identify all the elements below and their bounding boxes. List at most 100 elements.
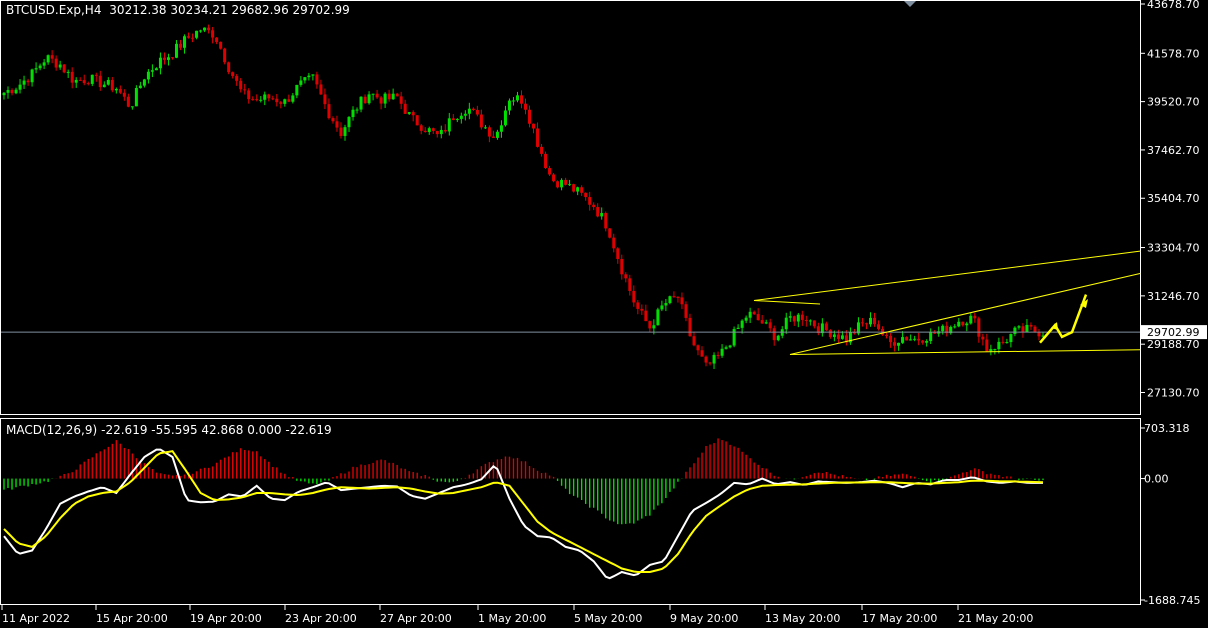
candle-body <box>804 319 808 321</box>
candle-body <box>596 207 600 217</box>
candle-body <box>46 55 50 63</box>
candle-body <box>560 179 564 188</box>
candle-body <box>207 27 211 31</box>
candle-body <box>812 320 816 327</box>
candle-body <box>183 36 187 48</box>
candle-body <box>548 168 552 175</box>
candle-body <box>957 321 961 327</box>
macd-header: MACD(12,26,9) -22.619 -55.595 42.868 0.00… <box>6 423 336 437</box>
candle-body <box>102 84 106 88</box>
candle-body <box>475 109 479 115</box>
candle-body <box>383 93 387 104</box>
candle-body <box>363 96 367 104</box>
candle-body <box>158 57 162 69</box>
candle-body <box>359 96 363 110</box>
candle-body <box>279 102 283 104</box>
candle-body <box>86 83 90 85</box>
candle-body <box>528 109 532 124</box>
candle-body <box>515 95 519 101</box>
candle-body <box>800 314 804 320</box>
candle-body <box>684 304 688 318</box>
candle-body <box>335 121 339 128</box>
candle-body <box>30 69 34 83</box>
candle-body <box>524 103 528 110</box>
candle-body <box>347 117 351 128</box>
candle-body <box>110 79 114 91</box>
candle-body <box>122 92 126 97</box>
candle-body <box>315 74 319 85</box>
time-tick-label: 19 Apr 20:00 <box>190 612 262 625</box>
candle-body <box>203 27 207 31</box>
candle-body <box>447 118 451 132</box>
candle-body <box>772 328 776 341</box>
candle-body <box>94 74 98 76</box>
candle-body <box>736 327 740 329</box>
candle-body <box>929 331 933 342</box>
chart-canvas[interactable]: 43678.70 41578.70 39520.70 37462.70 35404.70… <box>0 0 1208 628</box>
candle-body <box>656 309 660 326</box>
candle-body <box>130 106 134 108</box>
candle-body <box>901 337 905 343</box>
candle-body <box>339 127 343 136</box>
candle-body <box>965 323 969 326</box>
candle-body <box>712 354 716 364</box>
candle-body <box>756 314 760 321</box>
candle-body <box>355 109 359 111</box>
candle-body <box>788 316 792 318</box>
price-axis: 43678.70 41578.70 39520.70 37462.70 35404.70… <box>1140 0 1207 399</box>
candle-body <box>331 118 335 122</box>
candle-body <box>379 97 383 104</box>
candle-body <box>860 322 864 324</box>
candle-body <box>431 128 435 131</box>
macd-tick-label: 703.318 <box>1144 422 1190 435</box>
candle-body <box>941 325 945 332</box>
candle-body <box>303 77 307 81</box>
candle-body <box>836 334 840 339</box>
time-tick-label: 27 Apr 20:00 <box>380 612 452 625</box>
candle-body <box>616 248 620 260</box>
candle-body <box>395 93 399 97</box>
candle-body <box>283 99 287 104</box>
candle-body <box>427 128 431 132</box>
candle-body <box>564 179 568 185</box>
price-tick-label: 27130.70 <box>1147 386 1200 399</box>
candle-body <box>90 74 94 84</box>
candle-body <box>211 30 215 38</box>
candle-body <box>227 62 231 73</box>
candle-body <box>552 174 556 182</box>
candle-body <box>150 70 154 72</box>
candle-body <box>58 64 62 68</box>
candle-body <box>584 192 588 198</box>
candle-body <box>435 130 439 135</box>
candle-body <box>259 99 263 101</box>
candle-body <box>126 96 130 107</box>
candle-body <box>98 75 102 88</box>
current-price-label: 29702.99 <box>1147 326 1200 339</box>
candle-body <box>997 341 1001 350</box>
candle-body <box>243 89 247 91</box>
candle-body <box>106 79 110 85</box>
candle-body <box>536 128 540 147</box>
candle-body <box>319 84 323 95</box>
candle-body <box>1033 326 1037 332</box>
candle-body <box>608 228 612 238</box>
price-tick-label: 37462.70 <box>1147 144 1200 157</box>
time-tick-label: 1 May 20:00 <box>478 612 546 625</box>
candle-body <box>387 93 391 100</box>
candle-body <box>54 58 58 68</box>
candle-body <box>808 320 812 322</box>
candle-body <box>889 335 893 343</box>
candle-body <box>34 68 38 70</box>
candle-body <box>636 302 640 309</box>
candle-body <box>299 80 303 85</box>
candle-body <box>179 43 183 48</box>
candle-body <box>407 112 411 114</box>
candle-body <box>897 342 901 346</box>
candle-body <box>893 342 897 346</box>
candle-body <box>760 320 764 324</box>
candle-body <box>215 37 219 42</box>
candle-body <box>624 274 628 279</box>
candle-body <box>764 322 768 324</box>
candle-body <box>840 335 844 339</box>
candle-body <box>22 80 26 85</box>
